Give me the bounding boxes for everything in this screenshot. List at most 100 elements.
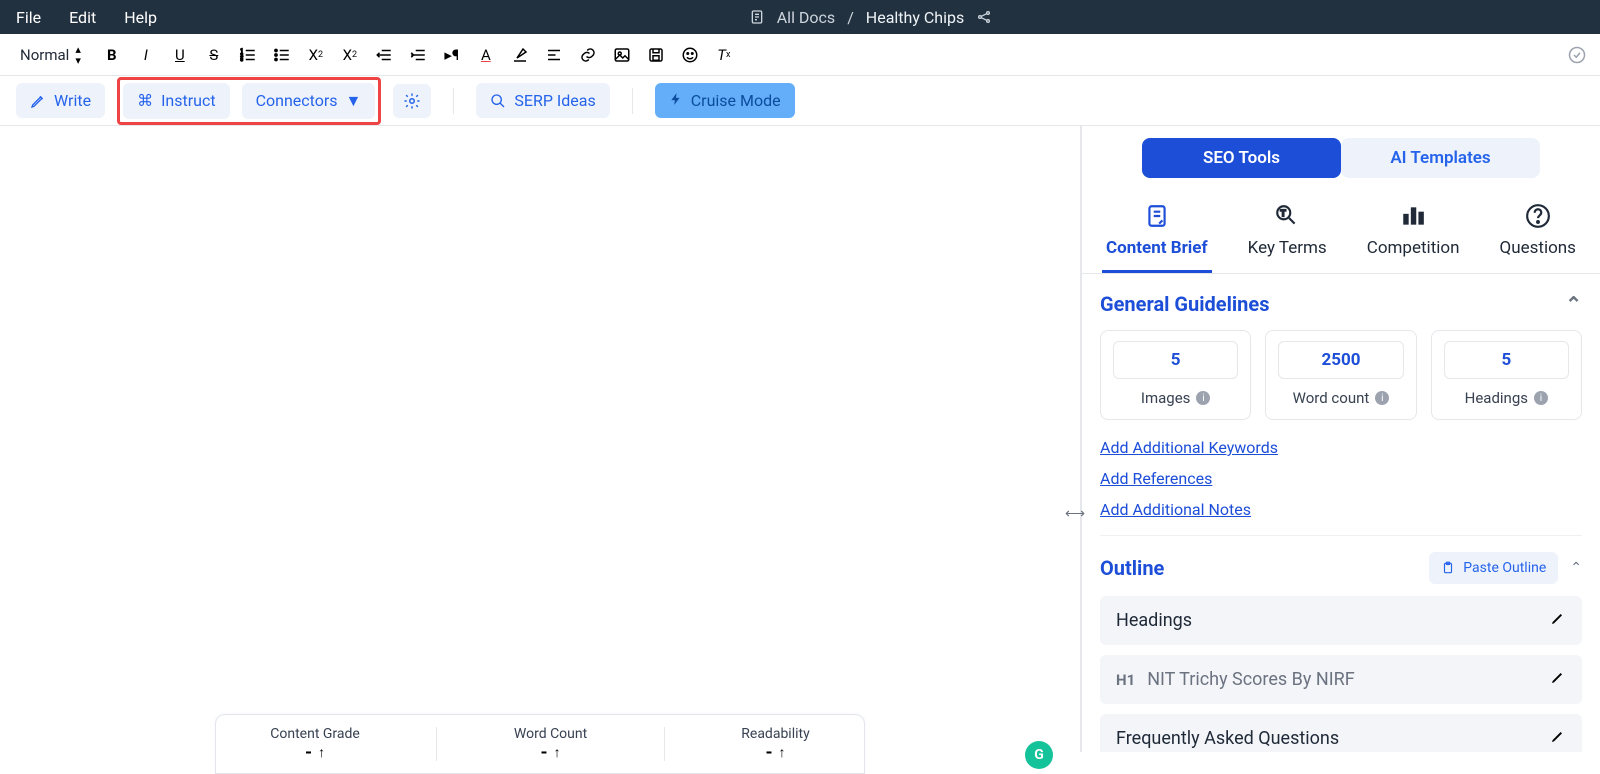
format-toolbar: Normal ▴▾ B I U S 123 X2 X2 ▸¶ A bbox=[0, 34, 1600, 76]
superscript-button[interactable]: X2 bbox=[339, 44, 361, 66]
check-icon[interactable] bbox=[1566, 44, 1588, 66]
bold-button[interactable]: B bbox=[101, 44, 123, 66]
tab-ai-templates[interactable]: AI Templates bbox=[1341, 138, 1540, 178]
content-brief-icon bbox=[1143, 202, 1171, 230]
indent-button[interactable] bbox=[407, 44, 429, 66]
tab-competition[interactable]: Competition bbox=[1363, 194, 1464, 273]
panel-body: General Guidelines ⌃ 5 Imagesi 2500 Word… bbox=[1082, 274, 1600, 752]
outline-row-h1[interactable]: H1 NIT Trichy Scores By NIRF bbox=[1100, 655, 1582, 704]
stat-bar: Content Grade -↑ Word Count -↑ Readabili… bbox=[215, 714, 865, 774]
share-icon[interactable] bbox=[976, 9, 992, 25]
breadcrumb-all-docs[interactable]: All Docs bbox=[777, 8, 835, 27]
stat-content-grade: Content Grade -↑ bbox=[270, 726, 360, 763]
info-icon[interactable]: i bbox=[1196, 391, 1210, 405]
h1-tag: H1 bbox=[1116, 671, 1135, 689]
emoji-button[interactable] bbox=[679, 44, 701, 66]
image-button[interactable] bbox=[611, 44, 633, 66]
settings-button[interactable] bbox=[393, 84, 431, 118]
faq-label: Frequently Asked Questions bbox=[1116, 728, 1339, 749]
link-add-keywords[interactable]: Add Additional Keywords bbox=[1100, 438, 1582, 457]
paragraph-direction-button[interactable]: ▸¶ bbox=[441, 44, 463, 66]
content-grade-label: Content Grade bbox=[270, 726, 360, 742]
cruise-mode-label: Cruise Mode bbox=[691, 91, 781, 110]
outline-title: Outline bbox=[1100, 556, 1164, 580]
clear-formatting-button[interactable]: Tx bbox=[713, 44, 735, 66]
menu-file[interactable]: File bbox=[16, 8, 41, 27]
svg-text:3: 3 bbox=[240, 57, 243, 63]
stat-word-count: Word Count -↑ bbox=[514, 726, 587, 763]
readability-label: Readability bbox=[741, 726, 809, 742]
content-grade-value: - bbox=[305, 742, 312, 763]
separator bbox=[453, 88, 454, 114]
updown-icon: ▴▾ bbox=[75, 44, 81, 66]
text-color-button[interactable]: A bbox=[475, 44, 497, 66]
competition-icon bbox=[1399, 202, 1427, 230]
resize-handle-icon[interactable]: ⟷ bbox=[1065, 506, 1085, 522]
tab-key-terms-label: Key Terms bbox=[1248, 238, 1327, 258]
menu-help[interactable]: Help bbox=[124, 8, 157, 27]
save-button[interactable] bbox=[645, 44, 667, 66]
serp-ideas-button[interactable]: SERP Ideas bbox=[476, 83, 609, 118]
chevron-up-icon[interactable]: ⌃ bbox=[1570, 560, 1582, 576]
arrow-up-icon: ↑ bbox=[318, 744, 325, 761]
cruise-mode-button[interactable]: Cruise Mode bbox=[655, 83, 795, 118]
unordered-list-button[interactable] bbox=[271, 44, 293, 66]
pencil-icon bbox=[30, 93, 46, 109]
images-label: Images bbox=[1141, 389, 1191, 407]
outline-header: Outline Paste Outline ⌃ bbox=[1100, 536, 1582, 596]
arrow-up-icon: ↑ bbox=[779, 744, 786, 761]
stat-divider bbox=[436, 727, 437, 761]
editor-canvas[interactable]: ⟷ G Content Grade -↑ Word Count -↑ Reada… bbox=[0, 126, 1080, 752]
paragraph-style-picker[interactable]: Normal ▴▾ bbox=[12, 40, 89, 70]
breadcrumb-doc-title[interactable]: Healthy Chips bbox=[866, 8, 964, 27]
edit-icon[interactable] bbox=[1550, 669, 1566, 690]
questions-icon bbox=[1524, 202, 1552, 230]
edit-icon[interactable] bbox=[1550, 728, 1566, 749]
instruct-button[interactable]: ⌘ Instruct bbox=[123, 83, 230, 119]
info-icon[interactable]: i bbox=[1534, 391, 1548, 405]
word-count-label: Word count bbox=[1293, 389, 1370, 407]
edit-icon[interactable] bbox=[1550, 610, 1566, 631]
link-add-references[interactable]: Add References bbox=[1100, 469, 1582, 488]
stat-readability: Readability -↑ bbox=[741, 726, 809, 763]
strikethrough-button[interactable]: S bbox=[203, 44, 225, 66]
instruct-label: Instruct bbox=[161, 91, 216, 110]
paste-outline-button[interactable]: Paste Outline bbox=[1429, 552, 1558, 584]
write-button[interactable]: Write bbox=[16, 83, 105, 118]
italic-button[interactable]: I bbox=[135, 44, 157, 66]
tab-content-brief[interactable]: Content Brief bbox=[1102, 194, 1212, 273]
side-panel: SEO Tools AI Templates Content Brief T K… bbox=[1080, 126, 1600, 752]
tab-seo-tools[interactable]: SEO Tools bbox=[1142, 138, 1341, 178]
menu-edit[interactable]: Edit bbox=[69, 8, 96, 27]
separator bbox=[632, 88, 633, 114]
action-bar: Write ⌘ Instruct Connectors ▼ SERP Ideas… bbox=[0, 76, 1600, 126]
align-button[interactable] bbox=[543, 44, 565, 66]
underline-button[interactable]: U bbox=[169, 44, 191, 66]
link-button[interactable] bbox=[577, 44, 599, 66]
chevron-up-icon[interactable]: ⌃ bbox=[1565, 292, 1582, 316]
card-word-count: 2500 Word count i bbox=[1265, 330, 1416, 420]
h1-text: NIT Trichy Scores By NIRF bbox=[1147, 669, 1354, 690]
images-value[interactable]: 5 bbox=[1113, 341, 1238, 379]
tab-key-terms[interactable]: T Key Terms bbox=[1244, 194, 1331, 273]
general-guidelines-header[interactable]: General Guidelines ⌃ bbox=[1100, 292, 1582, 316]
outdent-button[interactable] bbox=[373, 44, 395, 66]
ordered-list-button[interactable]: 123 bbox=[237, 44, 259, 66]
grammarly-icon[interactable]: G bbox=[1025, 741, 1053, 769]
tab-questions[interactable]: Questions bbox=[1496, 194, 1580, 273]
breadcrumb-separator: / bbox=[847, 8, 854, 27]
headings-value[interactable]: 5 bbox=[1444, 341, 1569, 379]
info-icon[interactable]: i bbox=[1375, 391, 1389, 405]
connectors-button[interactable]: Connectors ▼ bbox=[242, 83, 376, 119]
card-images: 5 Imagesi bbox=[1100, 330, 1251, 420]
word-count-value[interactable]: 2500 bbox=[1278, 341, 1403, 379]
readability-value: - bbox=[765, 742, 772, 763]
tab-content-brief-label: Content Brief bbox=[1106, 238, 1208, 258]
link-add-notes[interactable]: Add Additional Notes bbox=[1100, 500, 1582, 519]
outline-row-faq[interactable]: Frequently Asked Questions bbox=[1100, 714, 1582, 752]
highlight-color-button[interactable] bbox=[509, 44, 531, 66]
menu-bar: File Edit Help All Docs / Healthy Chips bbox=[0, 0, 1600, 34]
outline-row-headings[interactable]: Headings bbox=[1100, 596, 1582, 645]
subscript-button[interactable]: X2 bbox=[305, 44, 327, 66]
write-label: Write bbox=[54, 91, 91, 110]
